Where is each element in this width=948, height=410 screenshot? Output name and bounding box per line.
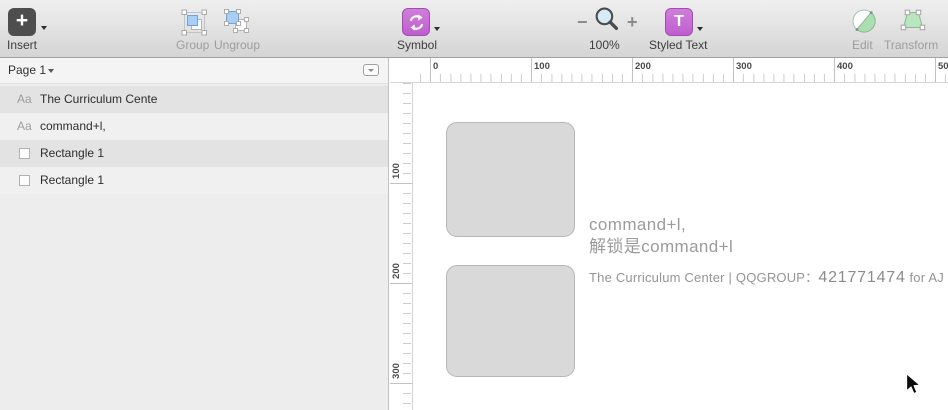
mouse-cursor	[905, 372, 923, 397]
rectangle-layer-icon	[19, 175, 30, 186]
insert-button[interactable]: + Insert	[0, 0, 52, 57]
layer-label: The Curriculum Cente	[40, 86, 157, 113]
symbol-button[interactable]: Symbol	[394, 0, 444, 57]
canvas-caption[interactable]: The Curriculum Center | QQGROUP：42177147…	[589, 267, 944, 287]
ruler-corner	[390, 58, 413, 83]
ungroup-button[interactable]: Ungroup	[212, 0, 266, 57]
page-label: Page 1	[8, 58, 46, 83]
group-button[interactable]: Group	[170, 0, 215, 57]
styled-text-dropdown-caret[interactable]	[697, 27, 703, 31]
ruler-label: 300	[736, 61, 752, 72]
rectangle-shape-2[interactable]	[446, 265, 575, 377]
layers-sidebar: Page 1 Aa The Curriculum Cente Aa comman…	[0, 58, 389, 410]
text-layer-icon: Aa	[17, 86, 32, 113]
ruler-label: 400	[837, 61, 853, 72]
ruler-label: 0	[433, 61, 438, 72]
caption-suffix: for AJ	[906, 270, 944, 285]
sketch-window: + Insert Group	[0, 0, 948, 410]
ruler-label: 200	[635, 61, 651, 72]
transform-icon	[899, 6, 927, 34]
styled-text-label: Styled Text	[649, 38, 707, 52]
ruler-ticks	[413, 74, 948, 82]
canvas-text-line1: command+l,	[589, 214, 733, 236]
layer-row-rect-2[interactable]: Rectangle 1	[0, 167, 388, 194]
symbol-dropdown-caret[interactable]	[434, 27, 440, 31]
ruler-label: 500	[938, 61, 948, 72]
symbol-icon	[402, 8, 430, 36]
zoom-controls: − + 100%	[570, 0, 650, 57]
group-label: Group	[176, 38, 209, 52]
ruler-label: 200	[391, 259, 403, 283]
horizontal-ruler[interactable]: 0 100 200 300 400 500	[413, 58, 948, 82]
toolbar: + Insert Group	[0, 0, 948, 58]
layer-label: Rectangle 1	[40, 167, 104, 194]
group-icon	[180, 9, 208, 37]
zoom-level: 100%	[589, 38, 620, 52]
layer-row-text-1[interactable]: Aa The Curriculum Cente	[0, 86, 388, 113]
zoom-in-button[interactable]: +	[627, 12, 638, 33]
layer-row-text-2[interactable]: Aa command+l,	[0, 113, 388, 140]
layer-label: Rectangle 1	[40, 140, 104, 167]
ungroup-label: Ungroup	[214, 38, 260, 52]
page-dropdown-caret[interactable]	[48, 69, 54, 73]
ungroup-icon	[221, 8, 251, 36]
insert-dropdown-caret[interactable]	[41, 26, 47, 30]
insert-label: Insert	[7, 38, 37, 52]
magnifier-icon[interactable]	[593, 6, 620, 33]
ruler-label: 300	[391, 359, 403, 383]
canvas[interactable]: command+l, 解锁是command+l The Curriculum C…	[413, 83, 948, 410]
layer-label: command+l,	[40, 113, 106, 140]
rectangle-layer-icon	[19, 148, 30, 159]
ruler-label: 100	[534, 61, 550, 72]
vertical-ruler[interactable]: 100 200 300	[390, 83, 413, 410]
canvas-text-line2: 解锁是command+l	[589, 236, 733, 258]
edit-button[interactable]: Edit	[843, 0, 883, 57]
styled-text-button[interactable]: T Styled Text	[647, 0, 715, 57]
page-selector[interactable]: Page 1	[0, 58, 388, 84]
text-layer-icon: Aa	[17, 113, 32, 140]
pages-panel-toggle-icon[interactable]	[363, 64, 379, 76]
rectangle-shape-1[interactable]	[446, 122, 575, 237]
edit-icon	[849, 5, 879, 35]
canvas-text-block[interactable]: command+l, 解锁是command+l	[589, 214, 733, 258]
caption-prefix: The Curriculum Center | QQGROUP：	[589, 270, 818, 285]
symbol-label: Symbol	[397, 38, 437, 52]
plus-icon: +	[8, 8, 36, 36]
transform-button[interactable]: Transform	[884, 0, 944, 57]
layer-row-rect-1[interactable]: Rectangle 1	[0, 140, 388, 167]
styled-text-icon: T	[665, 8, 693, 36]
edit-label: Edit	[852, 38, 873, 52]
ruler-label: 100	[391, 159, 403, 183]
caption-number: 421771474	[818, 269, 905, 286]
zoom-out-button[interactable]: −	[577, 12, 588, 33]
transform-label: Transform	[884, 38, 938, 52]
ruler-ticks	[403, 83, 411, 410]
